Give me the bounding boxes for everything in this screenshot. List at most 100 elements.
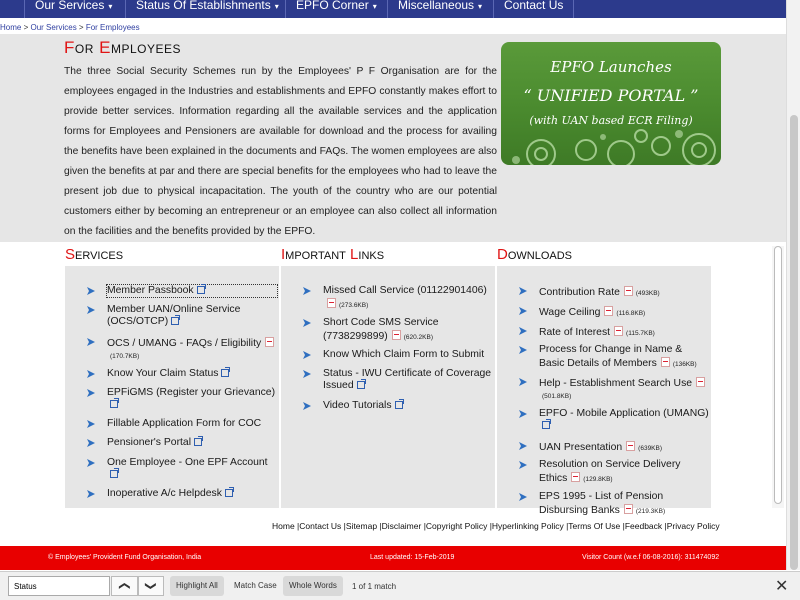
heading-text: mportant	[285, 246, 351, 263]
list-item-label: Pensioner's Portal	[107, 436, 277, 449]
item-text: Fillable Application Form for COC	[107, 418, 262, 429]
nav-epfo-corner[interactable]: EPFO Corner ▾	[285, 0, 377, 18]
services-heading: Services	[65, 246, 123, 263]
footer-link[interactable]: Contact Us	[299, 521, 341, 531]
external-link-icon	[171, 315, 181, 325]
footer-link[interactable]: Privacy Policy	[667, 521, 720, 531]
footer-link[interactable]: Hyperlinking Policy	[492, 521, 564, 531]
arrow-bullet-icon	[519, 287, 527, 295]
arrow-bullet-icon	[519, 461, 527, 469]
arrow-bullet-icon	[303, 402, 311, 410]
item-text: Know Which Claim Form to Submit	[323, 349, 485, 360]
arrow-bullet-icon	[519, 346, 527, 354]
item-text: EPFO - Mobile Application (UMANG)	[539, 408, 709, 419]
item-text: Status - IWU Certificate of Coverage Iss…	[323, 368, 492, 391]
important-links-panel: Missed Call Service (01122901406) (273.6K…	[281, 266, 495, 508]
breadcrumb-our-services[interactable]: Our Services	[30, 23, 76, 32]
nav-label: Miscellaneous	[398, 0, 475, 12]
footer-bar: © Employees' Provident Fund Organisation…	[0, 546, 786, 570]
heading-text: inks	[358, 246, 385, 263]
footer-link[interactable]: Copyright Policy	[426, 521, 487, 531]
file-size: (129.8KB)	[583, 476, 613, 483]
arrow-bullet-icon	[87, 389, 95, 397]
footer-link[interactable]: Sitemap	[346, 521, 377, 531]
arrow-bullet-icon	[519, 378, 527, 386]
pdf-icon	[571, 472, 581, 482]
list-item-label: Short Code SMS Service (7738299899) (620.…	[323, 317, 493, 344]
item-text: Wage Ceiling	[539, 307, 601, 318]
file-size: (136KB)	[672, 361, 697, 368]
footer-link[interactable]: Home	[272, 521, 295, 531]
last-updated-text: Last updated: 15-Feb-2019	[370, 554, 455, 561]
title-text: mployees	[110, 38, 181, 57]
external-link-icon	[542, 419, 551, 429]
close-icon[interactable]: ✕	[775, 576, 788, 596]
list-item-label: Wage Ceiling (116.8KB)	[539, 305, 709, 320]
pdf-icon	[614, 326, 624, 336]
pdf-icon	[660, 357, 670, 367]
file-size: (170.7KB)	[110, 353, 140, 360]
external-link-icon	[394, 399, 404, 409]
page-scroll-thumb[interactable]	[790, 115, 798, 570]
arrow-bullet-icon	[87, 439, 95, 447]
arrow-bullet-icon	[87, 338, 95, 346]
arrow-bullet-icon	[303, 319, 311, 327]
external-link-icon	[221, 367, 231, 377]
item-text: Rate of Interest	[539, 327, 611, 338]
pdf-icon	[623, 286, 633, 296]
footer-link[interactable]: Feedback	[625, 521, 662, 531]
visitor-count-text: Visitor Count (w.e.f 06-08-2016): 311474…	[582, 554, 720, 561]
nav-label: Status Of Establishments	[136, 0, 271, 12]
panel-scrollbar[interactable]	[772, 246, 784, 508]
pdf-icon	[391, 330, 401, 340]
chevron-down-icon: ▾	[108, 2, 113, 11]
pdf-icon	[696, 377, 706, 387]
highlight-all-toggle[interactable]: Highlight All	[170, 576, 224, 596]
banner-line-3: (with UAN based ECR Filing)	[529, 114, 693, 127]
arrow-bullet-icon	[519, 307, 527, 315]
match-case-toggle[interactable]: Match Case	[228, 576, 283, 596]
panel-scroll-thumb[interactable]	[774, 246, 782, 504]
find-previous-button[interactable]: ❮	[111, 576, 138, 596]
list-item-label: Resolution on Service Delivery Ethics (12…	[539, 459, 709, 486]
nav-label: Our Services	[35, 0, 105, 12]
external-link-icon	[224, 487, 234, 497]
page-title: For Employees	[64, 38, 181, 58]
list-item-label: Process for Change in Name & Basic Detai…	[539, 344, 709, 371]
pdf-icon	[623, 504, 633, 514]
nav-our-services[interactable]: Our Services ▾	[24, 0, 112, 18]
footer-link[interactable]: Terms Of Use	[568, 521, 620, 531]
unified-portal-banner[interactable]: EPFO Launches “ UNIFIED PORTAL ” (with U…	[501, 42, 721, 165]
pdf-icon	[327, 298, 336, 308]
item-text: EPFiGMS (Register your Grievance)	[107, 387, 276, 398]
list-item-label: Fillable Application Form for COC	[107, 418, 277, 430]
top-navigation: Our Services ▾ Status Of Establishments ▾ …	[0, 0, 800, 18]
page-scrollbar[interactable]	[786, 0, 800, 570]
breadcrumb-current: For Employees	[85, 23, 140, 32]
whole-words-toggle[interactable]: Whole Words	[283, 576, 343, 596]
item-text: Know Your Claim Status	[107, 368, 219, 379]
chevron-down-icon: ❯	[145, 581, 157, 591]
title-text: or	[74, 38, 100, 57]
match-count: 1 of 1 match	[352, 582, 397, 591]
find-input[interactable]	[8, 576, 110, 596]
nav-label: EPFO Corner	[296, 0, 369, 12]
title-cap: F	[64, 38, 75, 57]
services-panel: Member Passbook Member UAN/Online Service…	[65, 266, 279, 508]
nav-contact-us[interactable]: Contact Us	[493, 0, 563, 18]
arrow-bullet-icon	[519, 327, 527, 335]
list-item-label: Contribution Rate (493KB)	[539, 285, 709, 300]
breadcrumb-home[interactable]: Home	[0, 23, 21, 32]
list-item-label: EPS 1995 - List of Pension Disbursing Ba…	[539, 491, 709, 518]
item-text: Help - Establishment Search Use	[539, 378, 693, 389]
item-text: One Employee - One EPF Account	[107, 457, 268, 468]
footer-link[interactable]: Disclaimer	[382, 521, 422, 531]
nav-miscellaneous[interactable]: Miscellaneous ▾	[387, 0, 482, 18]
nav-status-of-establishments[interactable]: Status Of Establishments ▾	[125, 0, 279, 18]
list-item-label: Status - IWU Certificate of Coverage Iss…	[323, 368, 493, 392]
item-text: Inoperative A/c Helpdesk	[107, 488, 222, 499]
external-link-icon	[356, 379, 366, 389]
list-item-label: EPFO - Mobile Application (UMANG)	[539, 408, 709, 432]
arrow-bullet-icon	[87, 287, 95, 295]
find-next-button[interactable]: ❯	[138, 576, 164, 596]
